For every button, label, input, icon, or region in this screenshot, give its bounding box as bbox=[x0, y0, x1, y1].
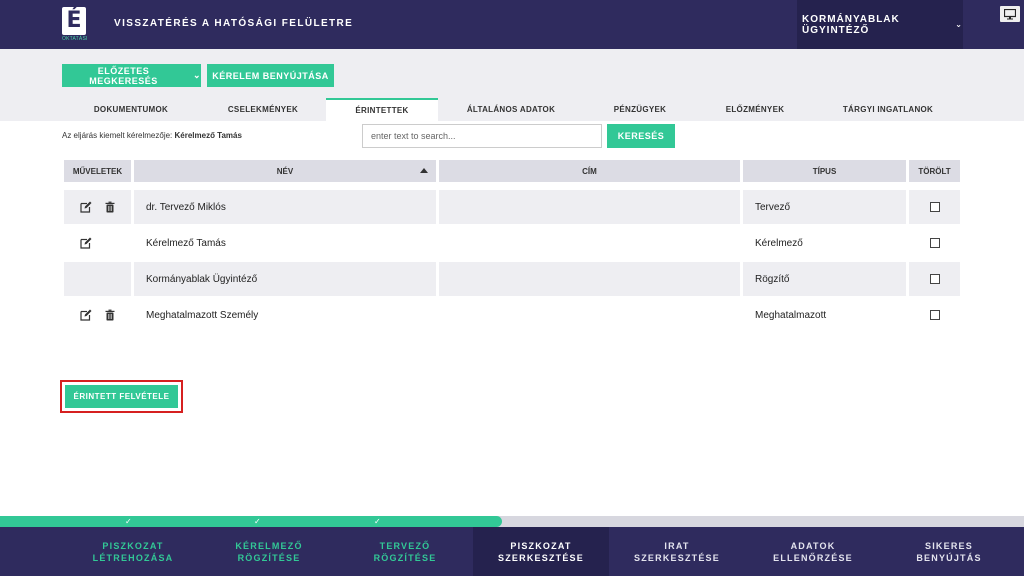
main-applicant: Az eljárás kiemelt kérelmezője: Kérelmez… bbox=[62, 131, 242, 140]
cell-deleted bbox=[909, 262, 960, 296]
progress-fill bbox=[0, 516, 502, 527]
tab-finances[interactable]: PÉNZÜGYEK bbox=[584, 98, 696, 121]
check-icon: ✓ bbox=[374, 517, 381, 526]
cell-name: Kérelmező Tamás bbox=[146, 237, 226, 249]
step-record-designer[interactable]: TERVEZŐ RÖGZÍTÉSE bbox=[337, 527, 473, 576]
step-check-data[interactable]: ADATOK ELLENŐRZÉSE bbox=[745, 527, 881, 576]
preliminary-inquiry-label: ELŐZETES MEGKERESÉS bbox=[89, 65, 158, 86]
deleted-checkbox[interactable] bbox=[929, 202, 940, 212]
cell-type: Rögzítő bbox=[743, 262, 906, 296]
step-record-applicant[interactable]: KÉRELMEZŐ RÖGZÍTÉSE bbox=[201, 527, 337, 576]
step-edit-draft[interactable]: PISZKOZAT SZERKESZTÉSE bbox=[473, 527, 609, 576]
cell-address bbox=[439, 190, 740, 224]
row-actions bbox=[64, 226, 131, 260]
deleted-checkbox[interactable] bbox=[929, 238, 940, 248]
cell-address bbox=[439, 298, 740, 332]
edit-icon[interactable] bbox=[80, 237, 92, 249]
cell-type: Kérelmező bbox=[755, 237, 803, 249]
edit-icon[interactable] bbox=[80, 201, 92, 213]
row-actions bbox=[64, 190, 131, 224]
table-row: Meghatalmazott Személy Meghatalmazott bbox=[64, 298, 960, 332]
trash-icon[interactable] bbox=[104, 309, 116, 321]
monitor-icon[interactable] bbox=[1000, 6, 1020, 22]
user-name: KORMÁNYABLAK ÜGYINTÉZŐ bbox=[802, 13, 900, 36]
search-input[interactable] bbox=[362, 124, 602, 148]
edit-icon[interactable] bbox=[80, 309, 92, 321]
tab-involved[interactable]: ÉRINTETTEK bbox=[326, 98, 438, 121]
cell-address bbox=[439, 262, 740, 296]
sort-ascending-icon[interactable] bbox=[420, 168, 428, 173]
cell-address bbox=[439, 226, 740, 260]
chevron-down-icon: ⌄ bbox=[955, 20, 963, 29]
cell-name: Kormányablak Ügyintéző bbox=[134, 262, 436, 296]
deleted-checkbox[interactable] bbox=[929, 274, 940, 284]
main-applicant-name: Kérelmező Tamás bbox=[174, 131, 242, 140]
search-button[interactable]: KERESÉS bbox=[607, 124, 675, 148]
logo-letter: É bbox=[62, 7, 86, 35]
add-involved-button[interactable]: ÉRINTETT FELVÉTELE bbox=[65, 385, 178, 408]
row-actions bbox=[64, 262, 131, 296]
progress-bar: ✓ ✓ ✓ bbox=[0, 516, 1024, 527]
tab-general-data[interactable]: ÁLTALÁNOS ADATOK bbox=[438, 98, 584, 121]
return-to-authority-link[interactable]: VISSZATÉRÉS A HATÓSÁGI FELÜLETRE bbox=[114, 18, 353, 29]
cell-name: dr. Tervező Miklós bbox=[134, 190, 436, 224]
wizard-steps: PISZKOZAT LÉTREHOZÁSA KÉRELMEZŐ RÖGZÍTÉS… bbox=[0, 527, 1024, 576]
cell-name: Meghatalmazott Személy bbox=[146, 309, 259, 321]
step-create-draft[interactable]: PISZKOZAT LÉTREHOZÁSA bbox=[65, 527, 201, 576]
submit-request-button[interactable]: KÉRELEM BENYÚJTÁSA bbox=[207, 64, 334, 87]
column-header-type[interactable]: TÍPUS bbox=[743, 160, 906, 182]
tab-actions[interactable]: CSELEKMÉNYEK bbox=[200, 98, 326, 121]
tab-real-estate[interactable]: TÁRGYI INGATLANOK bbox=[814, 98, 962, 121]
chevron-down-icon: ⌄ bbox=[192, 70, 201, 80]
deleted-checkbox[interactable] bbox=[929, 310, 940, 320]
check-icon: ✓ bbox=[254, 517, 261, 526]
table-header: MŰVELETEK NÉV CÍM TÍPUS TÖRÖLT bbox=[64, 160, 960, 182]
preliminary-inquiry-button[interactable]: ELŐZETES MEGKERESÉS ⌄ bbox=[62, 64, 201, 87]
cell-deleted bbox=[909, 190, 960, 224]
cell-type: Meghatalmazott bbox=[755, 309, 827, 321]
add-involved-highlight: ÉRINTETT FELVÉTELE bbox=[60, 380, 183, 413]
tab-bar: DOKUMENTUMOK CSELEKMÉNYEK ÉRINTETTEK ÁLT… bbox=[62, 98, 962, 121]
table-row: Kérelmező Tamás Kérelmező bbox=[64, 226, 960, 260]
involved-table: MŰVELETEK NÉV CÍM TÍPUS TÖRÖLT dr. Terve… bbox=[64, 160, 960, 334]
step-successful-submission[interactable]: SIKERES BENYÚJTÁS bbox=[881, 527, 1017, 576]
column-header-deleted[interactable]: TÖRÖLT bbox=[909, 160, 960, 182]
user-menu[interactable]: KORMÁNYABLAK ÜGYINTÉZŐ ⌄ bbox=[797, 0, 963, 49]
trash-icon[interactable] bbox=[104, 201, 116, 213]
column-header-actions: MŰVELETEK bbox=[64, 160, 131, 182]
column-header-name-label: NÉV bbox=[276, 166, 294, 176]
cell-deleted bbox=[909, 226, 960, 260]
cell-type: Tervező bbox=[743, 190, 906, 224]
step-edit-document[interactable]: IRAT SZERKESZTÉSE bbox=[609, 527, 745, 576]
table-row: dr. Tervező Miklós Tervező bbox=[64, 190, 960, 224]
app-logo[interactable]: É OKTATÁSI bbox=[62, 7, 88, 43]
column-header-name[interactable]: NÉV bbox=[134, 160, 436, 182]
check-icon: ✓ bbox=[125, 517, 132, 526]
top-header: É OKTATÁSI VISSZATÉRÉS A HATÓSÁGI FELÜLE… bbox=[0, 0, 1024, 49]
row-actions bbox=[64, 298, 131, 332]
tab-history[interactable]: ELŐZMÉNYEK bbox=[696, 98, 814, 121]
table-body: dr. Tervező Miklós Tervező Kérelmező Tam… bbox=[64, 190, 960, 332]
tab-documents[interactable]: DOKUMENTUMOK bbox=[62, 98, 200, 121]
table-row: Kormányablak Ügyintéző Rögzítő bbox=[64, 262, 960, 296]
column-header-address[interactable]: CÍM bbox=[439, 160, 740, 182]
cell-deleted bbox=[909, 298, 960, 332]
logo-subtitle: OKTATÁSI bbox=[62, 36, 88, 42]
main-applicant-label: Az eljárás kiemelt kérelmezője: bbox=[62, 131, 173, 140]
